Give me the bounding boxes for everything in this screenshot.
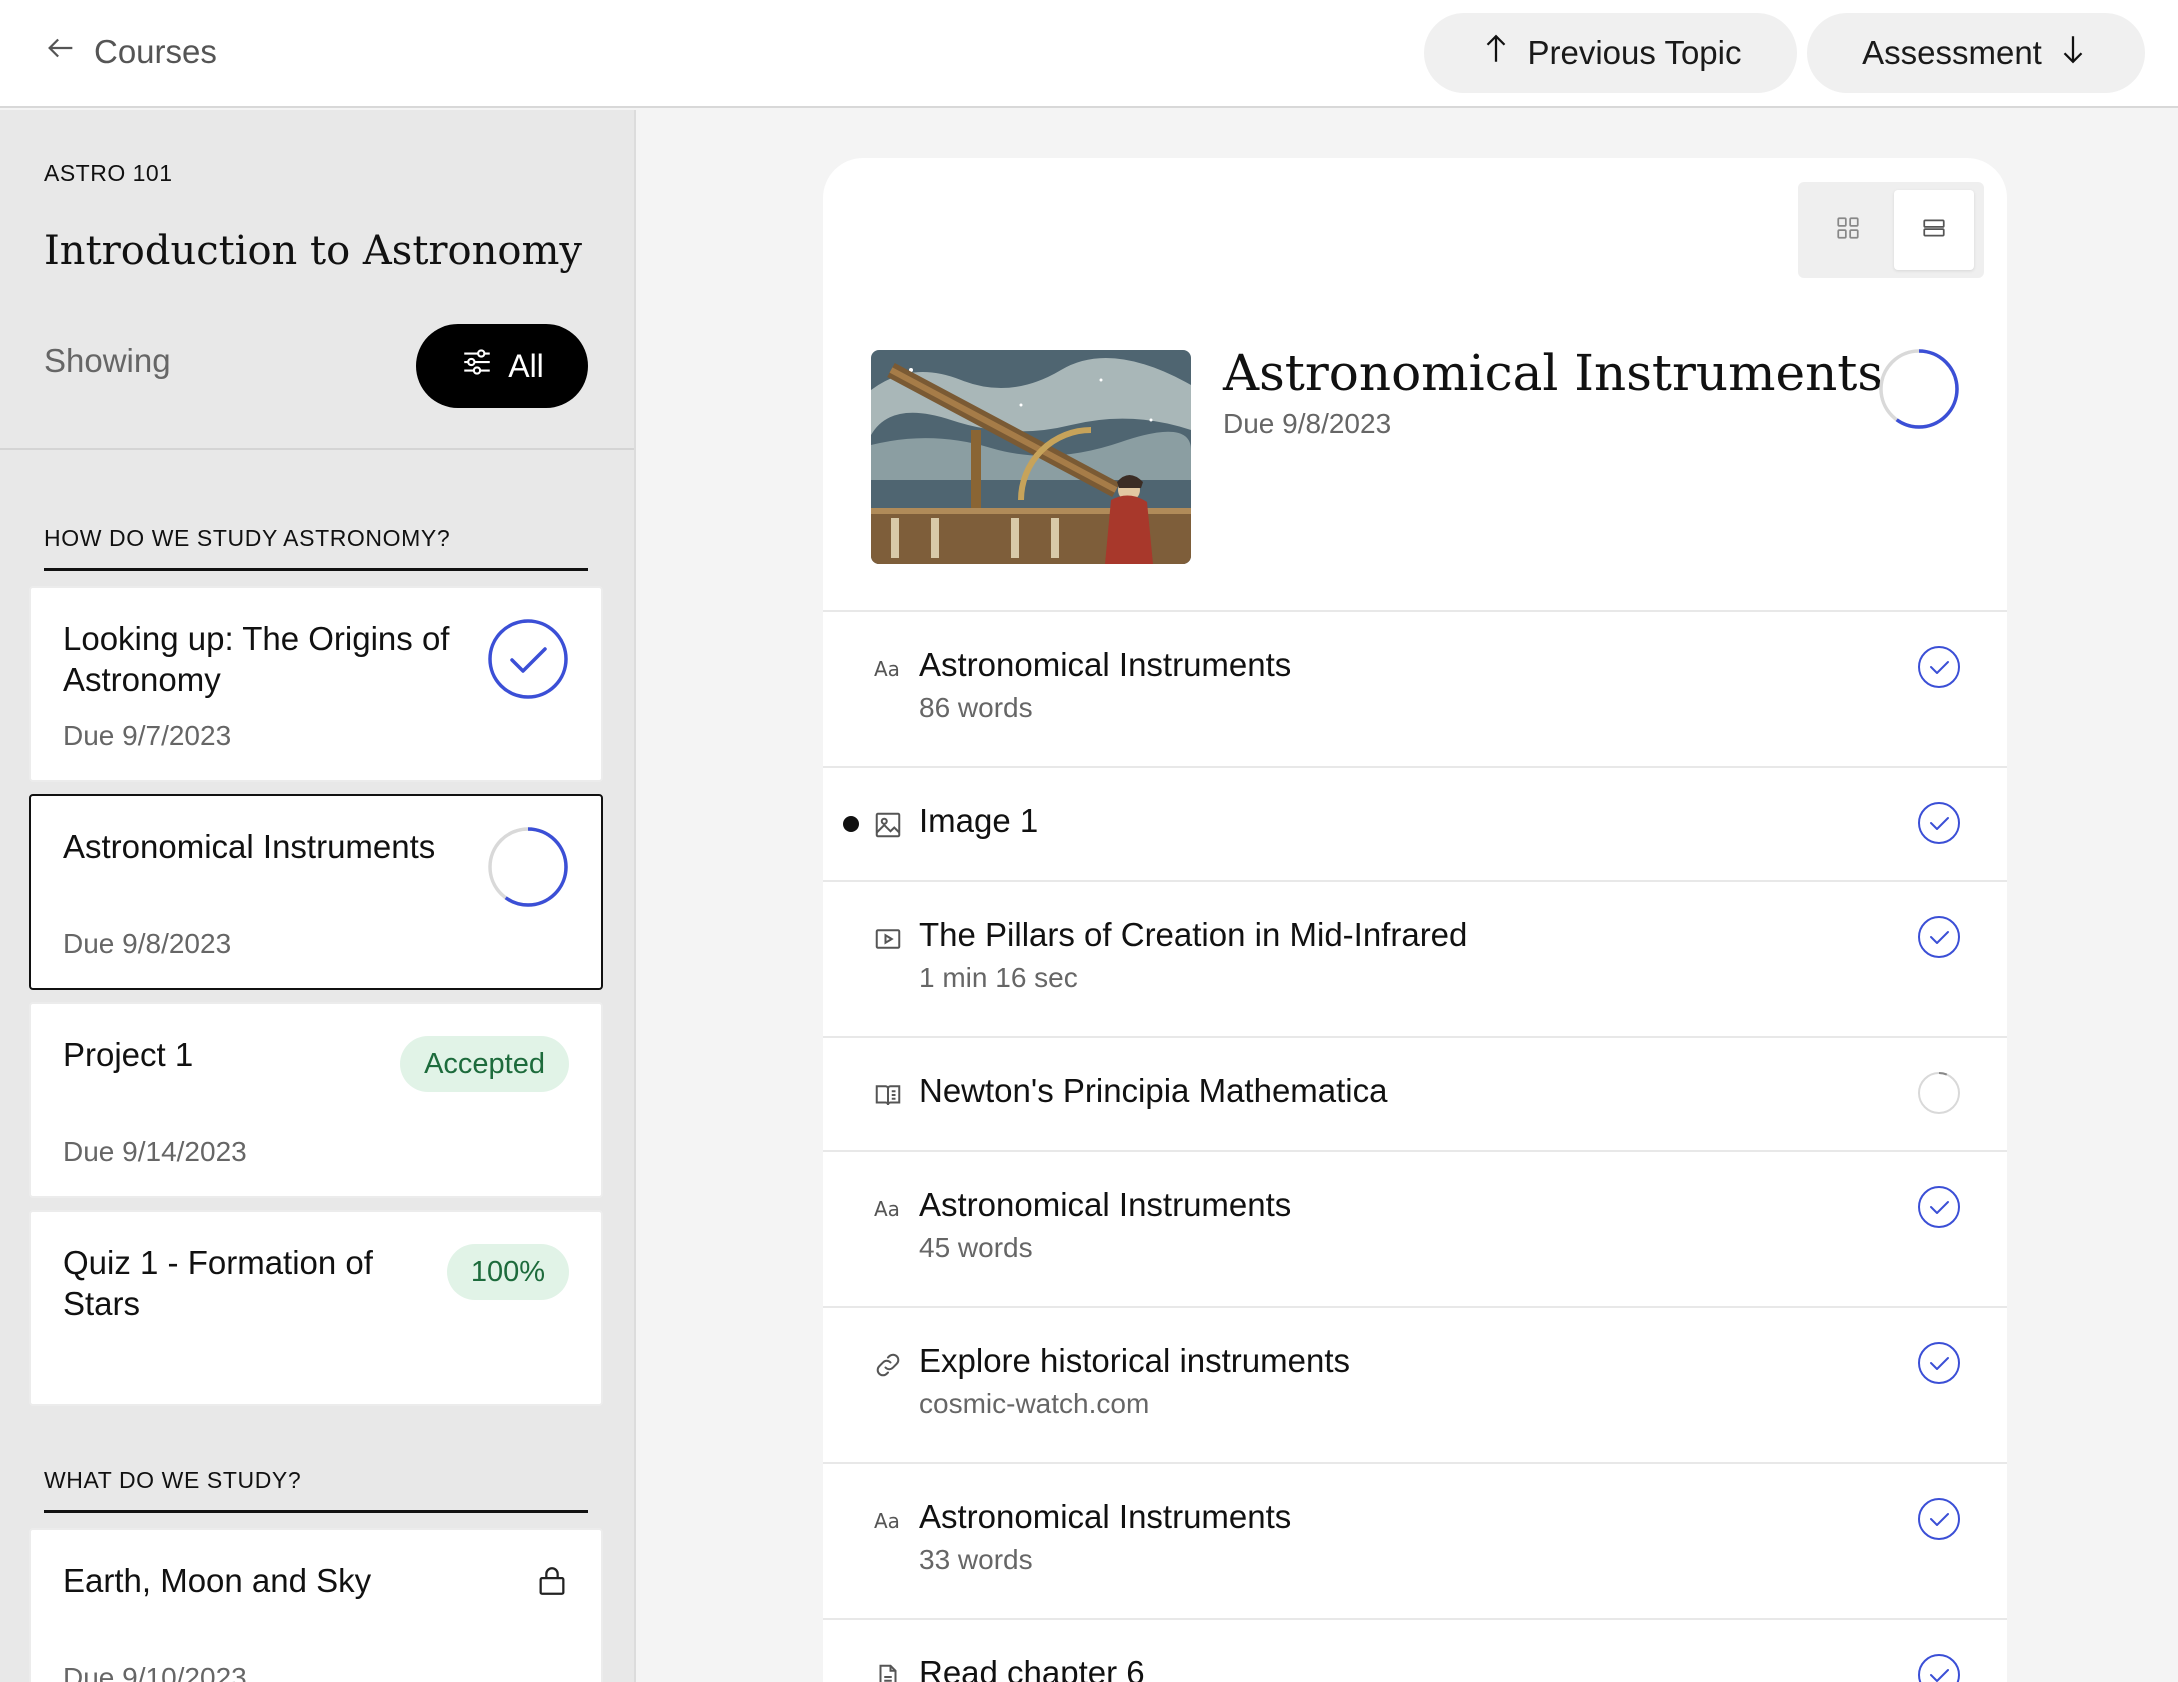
list-view-icon	[1921, 215, 1947, 246]
sliders-icon	[460, 345, 494, 387]
list-view-button[interactable]	[1894, 190, 1974, 270]
text-icon: Aa	[871, 1504, 905, 1538]
sidebar-divider	[0, 448, 634, 450]
score-badge: 100%	[446, 1244, 569, 1300]
content-item-title: Explore historical instruments	[919, 1342, 1350, 1379]
content-item[interactable]: The Pillars of Creation in Mid-Infrared …	[823, 882, 2007, 1038]
content-item-current[interactable]: Image 1	[823, 768, 2007, 882]
content-item-title: Astronomical Instruments	[919, 1186, 1292, 1223]
content-item[interactable]: Aa Astronomical Instruments 86 words	[823, 612, 2007, 768]
grid-view-icon	[1835, 215, 1861, 246]
status-badge: 100%	[446, 1244, 569, 1300]
topic-card-due: Due 9/7/2023	[63, 720, 232, 751]
topic-card-due: Due 9/10/2023	[63, 1662, 247, 1682]
content-item-title: Astronomical Instruments	[919, 646, 1292, 683]
showing-label: Showing	[44, 342, 171, 379]
topic-panel: Astronomical Instruments Due 9/8/2023 Aa…	[823, 158, 2007, 1682]
course-code: ASTRO 101	[44, 160, 173, 186]
section-heading: HOW DO WE STUDY ASTRONOMY?	[44, 525, 588, 571]
previous-topic-label: Previous Topic	[1527, 34, 1742, 71]
content-item-subtitle: cosmic-watch.com	[919, 1388, 1150, 1419]
book-icon	[871, 1078, 905, 1112]
arrow-left-icon	[44, 31, 78, 73]
status-badge: Accepted	[400, 1036, 569, 1092]
progress-ring-icon	[487, 826, 569, 913]
content-item[interactable]: Aa Astronomical Instruments 45 words	[823, 1152, 2007, 1308]
document-icon	[871, 1660, 905, 1682]
back-label: Courses	[94, 33, 217, 70]
accepted-badge: Accepted	[400, 1036, 569, 1092]
content-item-subtitle: 45 words	[919, 1232, 1033, 1263]
check-circle-icon	[1918, 646, 1960, 688]
check-circle-icon	[1918, 1654, 1960, 1682]
content-list: Aa Astronomical Instruments 86 words Ima…	[823, 610, 2007, 1682]
topic-card-due: Due 9/8/2023	[63, 928, 232, 959]
back-to-courses-link[interactable]: Courses	[44, 26, 217, 78]
text-icon: Aa	[871, 1192, 905, 1226]
assessment-button[interactable]: Assessment	[1807, 13, 2145, 93]
check-circle-icon	[1918, 1186, 1960, 1228]
progress-ring-icon	[1918, 1072, 1960, 1114]
topic-card-origins[interactable]: Looking up: The Origins of Astronomy Due…	[29, 586, 603, 782]
svg-text:Aa: Aa	[874, 1509, 900, 1533]
check-circle-icon	[1918, 1342, 1960, 1384]
content-item-subtitle: 33 words	[919, 1544, 1033, 1575]
check-circle-icon	[1918, 916, 1960, 958]
topic-card-quiz-1[interactable]: Quiz 1 - Formation of Stars 100%	[29, 1210, 603, 1406]
content-item-title: Newton's Principia Mathematica	[919, 1072, 1388, 1109]
topic-card-earth-moon-sky[interactable]: Earth, Moon and Sky Due 9/10/2023	[29, 1528, 603, 1682]
text-icon: Aa	[871, 652, 905, 686]
svg-text:Aa: Aa	[874, 1197, 900, 1221]
content-item-subtitle: 1 min 16 sec	[919, 962, 1078, 993]
content-item[interactable]: Read chapter 6	[823, 1620, 2007, 1682]
progress-ring-icon	[1879, 349, 1959, 429]
content-item-title: Astronomical Instruments	[919, 1498, 1292, 1535]
grid-view-button[interactable]	[1808, 190, 1888, 270]
link-icon	[871, 1348, 905, 1382]
topic-card-title: Quiz 1 - Formation of Stars	[63, 1244, 373, 1322]
arrow-down-icon	[2056, 32, 2090, 74]
previous-topic-button[interactable]: Previous Topic	[1424, 13, 1797, 93]
check-circle-icon	[1918, 802, 1960, 844]
filter-label: All	[508, 347, 544, 384]
assessment-label: Assessment	[1862, 34, 2042, 71]
video-icon	[871, 922, 905, 956]
content-item-title: The Pillars of Creation in Mid-Infrared	[919, 916, 1468, 953]
content-item[interactable]: Newton's Principia Mathematica	[823, 1038, 2007, 1152]
content-item[interactable]: Explore historical instruments cosmic-wa…	[823, 1308, 2007, 1464]
content-item-subtitle: 86 words	[919, 692, 1033, 723]
content-item-title: Read chapter 6	[919, 1654, 1145, 1682]
view-toggle	[1798, 182, 1984, 278]
content-item-title: Image 1	[919, 802, 1039, 839]
image-icon	[871, 808, 905, 842]
topic-card-instruments[interactable]: Astronomical Instruments Due 9/8/2023	[29, 794, 603, 990]
topic-card-due: Due 9/14/2023	[63, 1136, 247, 1167]
top-bar: Courses Previous Topic Assessment	[0, 0, 2178, 108]
topic-image	[871, 350, 1191, 564]
topic-card-title: Astronomical Instruments	[63, 828, 436, 865]
arrow-up-icon	[1479, 32, 1513, 74]
sidebar: ASTRO 101 Introduction to Astronomy Show…	[0, 110, 636, 1682]
content-item[interactable]: Aa Astronomical Instruments 33 words	[823, 1464, 2007, 1620]
check-circle-icon	[1918, 1498, 1960, 1540]
svg-text:Aa: Aa	[874, 657, 900, 681]
topic-card-title: Earth, Moon and Sky	[63, 1562, 372, 1599]
topic-due: Due 9/8/2023	[1223, 408, 1392, 439]
filter-button[interactable]: All	[416, 324, 588, 408]
topic-card-project-1[interactable]: Project 1 Due 9/14/2023 Accepted	[29, 1002, 603, 1198]
course-title: Introduction to Astronomy	[44, 228, 582, 274]
check-circle-icon	[487, 618, 569, 705]
current-item-dot	[843, 816, 859, 832]
topic-title: Astronomical Instruments	[1223, 344, 1884, 402]
section-heading: WHAT DO WE STUDY?	[44, 1467, 588, 1513]
topic-card-title: Looking up: The Origins of Astronomy	[63, 620, 450, 698]
lock-icon	[535, 1560, 569, 1603]
